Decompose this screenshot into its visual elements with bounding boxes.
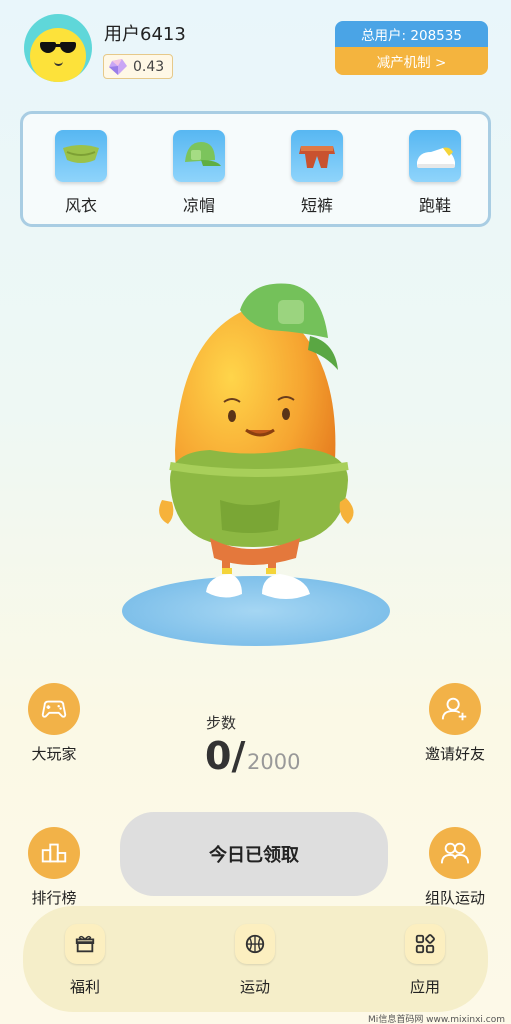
reduction-mechanism-link[interactable]: 减产机制 > — [335, 47, 488, 75]
mango-character[interactable] — [150, 280, 360, 610]
outfit-item-cap[interactable]: 凉帽 — [169, 130, 229, 216]
outfit-label: 短裤 — [300, 196, 333, 215]
gem-value: 0.43 — [133, 58, 165, 75]
add-user-icon — [429, 683, 481, 735]
steps-current: 0/ — [205, 734, 246, 778]
watermark: Mi信息首码网 www.mixinxi.com — [368, 1015, 505, 1024]
nav-item-welfare[interactable]: 福利 — [53, 924, 117, 997]
cap-icon — [173, 130, 225, 182]
outfit-label: 风衣 — [64, 196, 97, 215]
team-sport-button[interactable]: 组队运动 — [410, 827, 500, 908]
outfit-item-hoodie[interactable]: 风衣 — [51, 130, 111, 216]
apps-icon — [405, 924, 445, 964]
nav-item-apps[interactable]: 应用 — [393, 924, 457, 997]
leaderboard-button[interactable]: 排行榜 — [9, 827, 99, 908]
team-icon — [429, 827, 481, 879]
sunglasses-emoji-icon — [30, 28, 86, 82]
avatar[interactable] — [24, 14, 92, 82]
gem-icon — [109, 58, 127, 75]
team-sport-label: 组队运动 — [424, 889, 485, 907]
outfit-label: 凉帽 — [182, 196, 215, 215]
total-users-card: 总用户: 208535 减产机制 > — [335, 21, 488, 75]
big-player-label: 大玩家 — [31, 745, 77, 763]
big-player-button[interactable]: 大玩家 — [9, 683, 99, 764]
nav-item-sport[interactable]: 运动 — [223, 924, 287, 997]
basketball-icon — [235, 924, 275, 964]
shorts-icon — [291, 130, 343, 182]
steps-label: 步数 — [206, 714, 237, 732]
nav-label: 福利 — [69, 978, 100, 996]
nav-label: 运动 — [239, 978, 270, 996]
gift-icon — [65, 924, 105, 964]
steps-goal: 2000 — [247, 750, 301, 774]
invite-friends-label: 邀请好友 — [424, 745, 485, 763]
bottom-nav: 福利 运动 应用 — [23, 906, 488, 1012]
username: 用户6413 — [104, 24, 186, 45]
total-users-text: 总用户: 208535 — [335, 21, 488, 47]
nav-label: 应用 — [409, 978, 440, 996]
claim-button[interactable]: 今日已领取 — [120, 812, 388, 896]
outfit-panel: 风衣 凉帽 短裤 跑鞋 — [20, 111, 491, 227]
hoodie-icon — [55, 130, 107, 182]
gamepad-icon — [28, 683, 80, 735]
invite-friends-button[interactable]: 邀请好友 — [410, 683, 500, 764]
sneaker-icon — [409, 130, 461, 182]
outfit-item-sneakers[interactable]: 跑鞋 — [405, 130, 465, 216]
leaderboard-label: 排行榜 — [31, 889, 77, 907]
outfit-item-shorts[interactable]: 短裤 — [287, 130, 347, 216]
gem-balance-badge[interactable]: 0.43 — [103, 54, 174, 79]
outfit-label: 跑鞋 — [418, 196, 451, 215]
podium-icon — [28, 827, 80, 879]
